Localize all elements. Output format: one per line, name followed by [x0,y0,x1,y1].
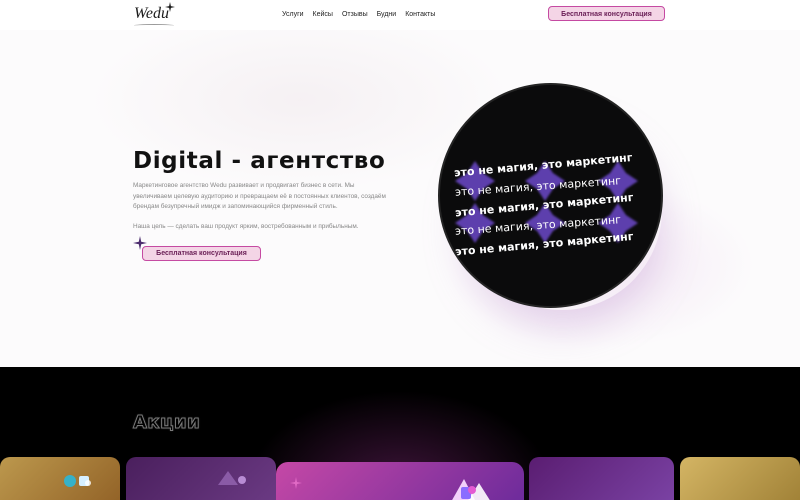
marketing-text-graphic: это не магия, это маркетинг это не магия… [454,151,638,258]
promotions-title: Акции [132,412,201,434]
hero-goal-text: Наша цель — сделать ваш продукт ярким, в… [133,223,359,230]
shape-icon [218,471,246,485]
sparkle-icon [165,2,175,12]
hero-consultation-button[interactable]: Бесплатная консультация [142,246,261,261]
nav-item-reviews[interactable]: Отзывы [342,9,368,21]
nav-item-cases[interactable]: Кейсы [313,9,333,21]
header: Wedu Услуги Кейсы Отзывы Будни Контакты … [0,0,800,30]
hero-description: Маркетинговое агентство Wedu развивает и… [133,182,386,210]
promo-card-featured[interactable] [276,462,524,500]
main-nav: Услуги Кейсы Отзывы Будни Контакты [282,9,435,21]
hero-section: Digital - агентство Маркетинговое агентс… [0,30,800,367]
mountain-icon [452,479,490,500]
page: Wedu Услуги Кейсы Отзывы Будни Контакты … [0,0,800,500]
promo-card[interactable] [680,457,800,500]
nav-item-services[interactable]: Услуги [282,9,304,21]
header-consultation-button[interactable]: Бесплатная консультация [548,6,665,21]
nav-item-daily[interactable]: Будни [377,9,397,21]
sparkle-icon [290,477,302,489]
nav-item-contacts[interactable]: Контакты [405,9,435,21]
marketing-badge-circle: это не магия, это маркетинг это не магия… [438,83,663,308]
gift-icon [64,475,91,487]
logo-text: Wedu [134,5,169,22]
promo-card[interactable] [529,457,674,500]
promo-card[interactable] [0,457,120,500]
hero-title: Digital - агентство [133,148,386,174]
promo-card[interactable] [126,457,276,500]
slogan-lines: это не магия, это маркетинг это не магия… [454,151,635,258]
logo[interactable]: Wedu [132,2,176,30]
logo-underline [134,24,174,27]
promotions-section: Акции [0,367,800,500]
